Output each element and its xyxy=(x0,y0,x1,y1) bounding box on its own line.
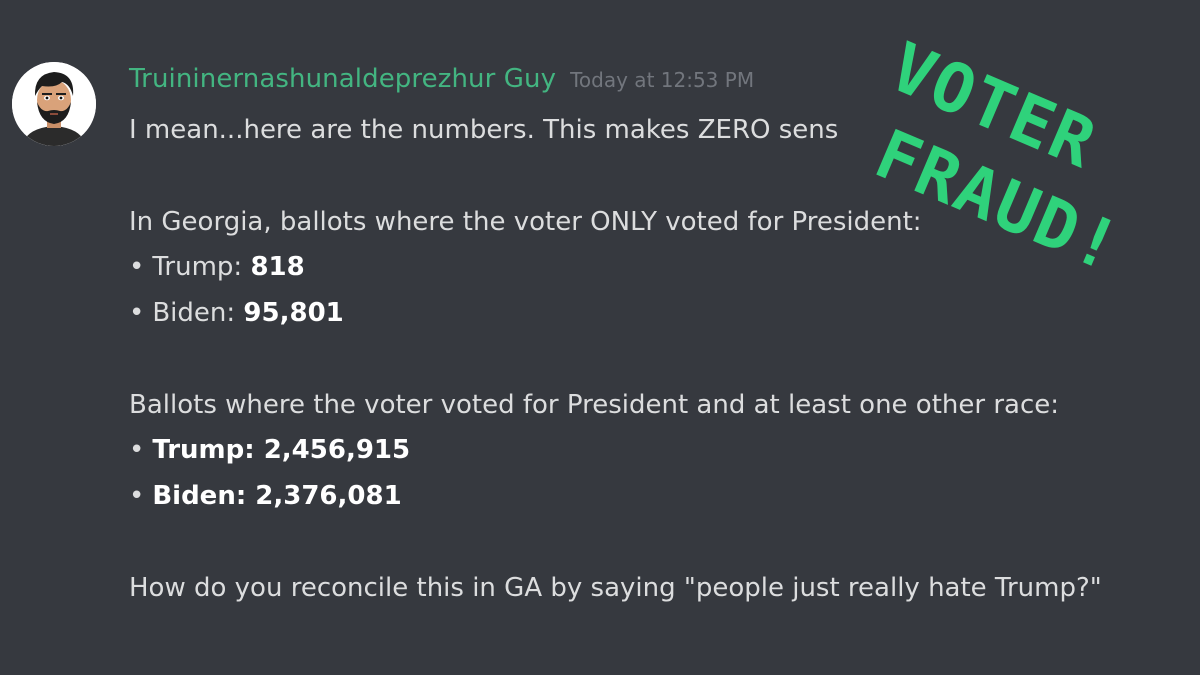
list-item-other-biden: • Biden: 2,376,081 xyxy=(129,479,402,513)
avatar-cartoon-face-icon xyxy=(12,62,96,146)
message-line-other-heading: Ballots where the voter voted for Presid… xyxy=(129,390,1060,420)
other-biden-value: Biden: 2,376,081 xyxy=(152,481,402,511)
other-trump-value: Trump: 2,456,915 xyxy=(152,435,411,465)
username[interactable]: Truininernashunaldeprezhur Guy xyxy=(129,64,556,94)
only-trump-value: 818 xyxy=(250,252,305,282)
chat-message: Truininernashunaldeprezhur Guy Today at 1… xyxy=(0,0,1200,675)
list-item-only-biden: • Biden: 95,801 xyxy=(129,296,344,330)
only-trump-label: Trump: xyxy=(152,252,251,282)
bullet: • xyxy=(129,435,145,465)
list-item-only-trump: • Trump: 818 xyxy=(129,250,305,284)
only-biden-label: Biden: xyxy=(152,298,244,328)
message-line-georgia-heading: In Georgia, ballots where the voter ONLY… xyxy=(129,207,922,237)
list-item-other-trump: • Trump: 2,456,915 xyxy=(129,433,410,467)
message-line-closing: How do you reconcile this in GA by sayin… xyxy=(129,573,1102,603)
message-header: Truininernashunaldeprezhur Guy Today at 1… xyxy=(129,64,754,94)
bullet: • xyxy=(129,252,145,282)
avatar[interactable] xyxy=(12,62,96,146)
message-line-intro: I mean...here are the numbers. This make… xyxy=(129,115,839,145)
only-biden-value: 95,801 xyxy=(243,298,344,328)
bullet: • xyxy=(129,481,145,511)
timestamp: Today at 12:53 PM xyxy=(570,68,755,92)
bullet: • xyxy=(129,298,145,328)
